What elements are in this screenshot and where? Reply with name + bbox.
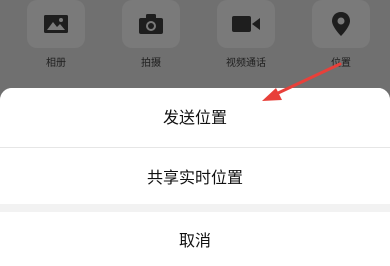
camera-button[interactable]: 拍摄 — [120, 0, 182, 80]
share-live-location-option[interactable]: 共享实时位置 — [0, 148, 390, 204]
section-divider — [0, 204, 390, 212]
video-call-label: 视频通话 — [226, 58, 266, 69]
camera-icon — [122, 0, 180, 48]
video-call-icon — [217, 0, 275, 48]
camera-label: 拍摄 — [141, 58, 161, 69]
action-sheet: 发送位置 共享实时位置 取消 — [0, 88, 390, 266]
location-button[interactable]: 位置 — [310, 0, 372, 80]
video-call-button[interactable]: 视频通话 — [215, 0, 277, 80]
album-label: 相册 — [46, 58, 66, 69]
album-button[interactable]: 相册 — [25, 0, 87, 80]
cancel-button[interactable]: 取消 — [0, 212, 390, 266]
photo-album-icon — [27, 0, 85, 48]
location-pin-icon — [312, 0, 370, 48]
attachment-toolbar: 相册 拍摄 视频通话 位置 — [0, 0, 390, 90]
location-label: 位置 — [331, 58, 351, 69]
send-location-option[interactable]: 发送位置 — [0, 88, 390, 144]
